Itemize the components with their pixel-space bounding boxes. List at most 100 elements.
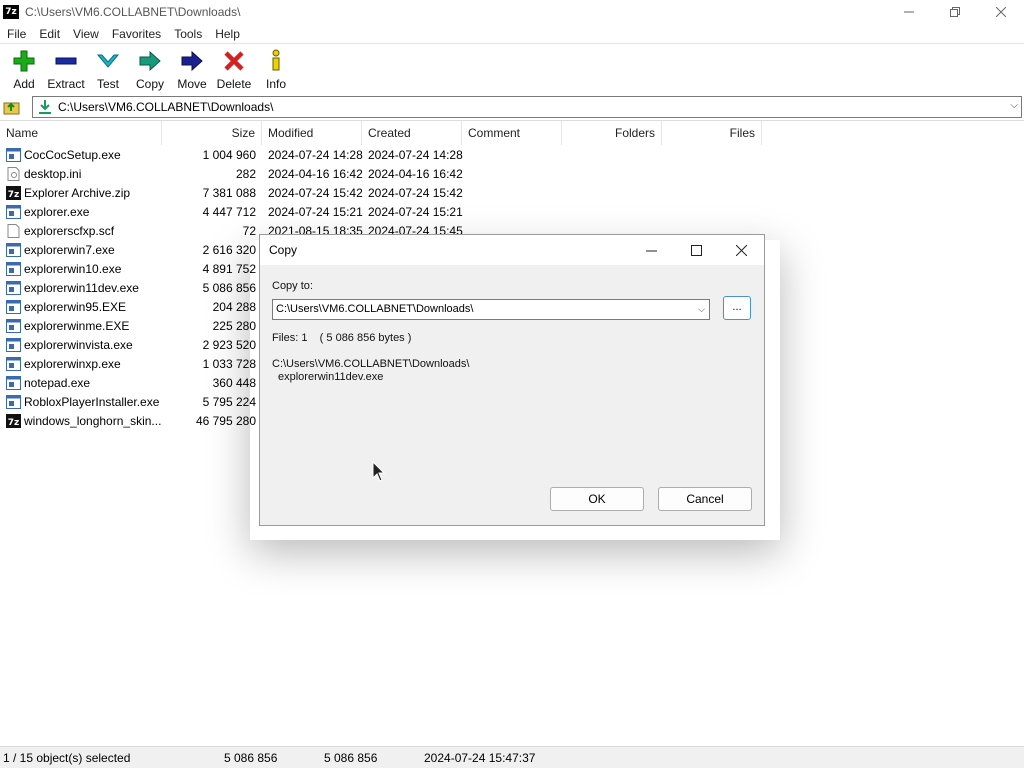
menu-view[interactable]: View <box>66 27 105 41</box>
file-created: 2024-07-24 14:28 <box>368 148 463 162</box>
status-datetime: 2024-07-24 15:47:37 <box>424 751 536 765</box>
column-folders[interactable]: Folders <box>562 121 662 145</box>
info-button[interactable]: Info <box>255 44 297 94</box>
file-name: explorerwinxp.exe <box>24 357 121 371</box>
status-packed-size: 5 086 856 <box>324 751 378 765</box>
minimize-icon <box>645 250 657 251</box>
menu-edit[interactable]: Edit <box>32 27 66 41</box>
file-size: 46 795 280 <box>195 414 256 428</box>
destination-combobox[interactable]: C:\Users\VM6.COLLABNET\Downloads\ ⌵ <box>272 299 710 320</box>
file-size: 7 381 088 <box>202 186 256 200</box>
app-7zip-icon: 7z <box>3 5 19 19</box>
browse-button[interactable]: ... <box>723 296 751 320</box>
copy-button[interactable]: Copy <box>129 44 171 94</box>
destination-value: C:\Users\VM6.COLLABNET\Downloads\ <box>276 303 474 315</box>
file-size: 2 923 520 <box>202 338 256 352</box>
file-modified: 2024-07-24 15:42 <box>268 186 363 200</box>
info-label: Info <box>265 77 286 91</box>
maximize-icon <box>690 244 702 256</box>
chevron-down-icon[interactable]: ⌵ <box>1010 100 1018 111</box>
copy-dialog: Copy Copy to: C:\Users\VM6.COLLABNET\Dow… <box>259 234 765 526</box>
cancel-button[interactable]: Cancel <box>658 487 752 511</box>
move-label: Move <box>177 77 207 91</box>
column-size[interactable]: Size <box>162 121 262 145</box>
extract-button[interactable]: Extract <box>45 44 87 94</box>
close-icon <box>735 244 747 256</box>
menu-file[interactable]: File <box>0 27 32 41</box>
dialog-minimize-button[interactable] <box>636 239 666 261</box>
file-name: explorerwin10.exe <box>24 262 122 276</box>
menu-tools[interactable]: Tools <box>167 27 208 41</box>
minimize-icon <box>904 11 914 13</box>
dialog-close-button[interactable] <box>726 239 756 261</box>
delete-button[interactable]: Delete <box>213 44 255 94</box>
file-modified: 2024-04-16 16:42 <box>268 167 363 181</box>
source-path: C:\Users\VM6.COLLABNET\Downloads\ <box>272 358 470 370</box>
file-name: explorer.exe <box>24 205 90 219</box>
move-button[interactable]: Move <box>171 44 213 94</box>
menu-help[interactable]: Help <box>208 27 246 41</box>
test-button[interactable]: Test <box>87 44 129 94</box>
close-icon <box>996 7 1006 17</box>
add-button[interactable]: Add <box>3 44 45 94</box>
file-row[interactable]: 7z Explorer Archive.zip 7 381 088 2024-07-2… <box>0 184 764 203</box>
file-row[interactable]: CocCocSetup.exe 1 004 960 2024-07-24 14:28… <box>0 146 764 165</box>
extract-icon <box>55 57 77 65</box>
file-size: 1 033 728 <box>202 357 256 371</box>
file-name: Explorer Archive.zip <box>24 186 131 200</box>
address-bar: C:\Users\VM6.COLLABNET\Downloads\ ⌵ <box>0 95 1024 119</box>
file-created: 2024-07-24 15:21 <box>368 205 463 219</box>
minimize-button[interactable] <box>886 0 932 24</box>
files-info: Files: 1 ( 5 086 856 bytes ) <box>272 332 412 344</box>
close-button[interactable] <box>978 0 1024 24</box>
copy-icon <box>139 50 161 72</box>
file-row[interactable]: desktop.ini 282 2024-04-16 16:42 2024-04-16… <box>0 165 764 184</box>
file-name: desktop.ini <box>24 167 82 181</box>
file-size: 204 288 <box>212 300 256 314</box>
file-size: 2 616 320 <box>202 243 256 257</box>
menu-bar: File Edit View Favorites Tools Help <box>0 24 1024 44</box>
file-name: explorerwinme.EXE <box>24 319 130 333</box>
source-file: explorerwin11dev.exe <box>278 371 384 383</box>
move-icon <box>181 50 203 72</box>
file-modified: 2024-07-24 14:28 <box>268 148 363 162</box>
test-label: Test <box>96 77 119 91</box>
file-size: 282 <box>235 167 256 181</box>
column-name[interactable]: Name <box>0 121 162 145</box>
chevron-down-icon[interactable]: ⌵ <box>698 300 705 319</box>
address-path: C:\Users\VM6.COLLABNET\Downloads\ <box>58 100 274 114</box>
file-name: explorerwin11dev.exe <box>24 281 139 295</box>
file-size: 5 795 224 <box>202 395 256 409</box>
dialog-title: Copy <box>269 243 298 257</box>
file-size: 360 448 <box>212 376 256 390</box>
svg-text:7z: 7z <box>8 190 20 200</box>
file-created: 2024-07-24 15:42 <box>368 186 463 200</box>
dialog-maximize-button[interactable] <box>681 239 711 261</box>
add-label: Add <box>13 77 35 91</box>
copy-to-label: Copy to: <box>272 280 313 292</box>
mouse-cursor-icon <box>372 461 386 482</box>
column-comment[interactable]: Comment <box>462 121 562 145</box>
file-name: explorerwin7.exe <box>24 243 115 257</box>
file-name: explorerwinvista.exe <box>24 338 133 352</box>
column-headers: Name Size Modified Created Comment Folde… <box>0 121 764 145</box>
column-files[interactable]: Files <box>662 121 762 145</box>
status-selected: 1 / 15 object(s) selected <box>3 751 131 765</box>
window-title: C:\Users\VM6.COLLABNET\Downloads\ <box>25 5 241 19</box>
address-field[interactable]: C:\Users\VM6.COLLABNET\Downloads\ ⌵ <box>32 96 1022 118</box>
column-modified[interactable]: Modified <box>262 121 362 145</box>
restore-button[interactable] <box>932 0 978 24</box>
file-size: 72 <box>242 224 256 238</box>
status-bar: 1 / 15 object(s) selected 5 086 856 5 08… <box>0 746 1024 768</box>
copy-label: Copy <box>135 77 164 91</box>
file-row[interactable]: explorer.exe 4 447 712 2024-07-24 15:21 202… <box>0 203 764 222</box>
ok-button[interactable]: OK <box>550 487 644 511</box>
file-size: 4 447 712 <box>202 205 256 219</box>
folder-up-button[interactable] <box>0 95 24 119</box>
column-created[interactable]: Created <box>362 121 462 145</box>
restore-icon <box>950 7 960 17</box>
file-name: notepad.exe <box>24 376 91 390</box>
downloads-icon <box>39 100 51 114</box>
menu-favorites[interactable]: Favorites <box>105 27 167 41</box>
file-created: 2024-04-16 16:42 <box>368 167 463 181</box>
